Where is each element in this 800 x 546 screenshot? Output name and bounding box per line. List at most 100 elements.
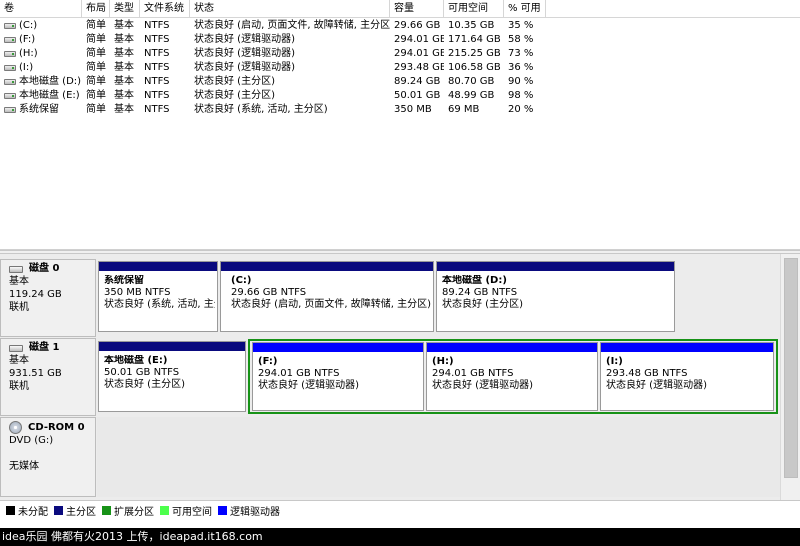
- volume-filesystem: NTFS: [144, 76, 170, 87]
- volume-name: (H:): [19, 48, 38, 59]
- partition-f[interactable]: (F:) 294.01 GB NTFS 状态良好 (逻辑驱动器): [252, 342, 424, 411]
- volume-status: 状态良好 (逻辑驱动器): [194, 62, 295, 73]
- volume-percent-free: 35 %: [508, 20, 534, 31]
- disk-0-label[interactable]: 磁盘 0 基本 119.24 GB 联机: [0, 259, 96, 337]
- volume-percent-free: 20 %: [508, 104, 534, 115]
- volume-name: 本地磁盘 (D:): [19, 76, 82, 87]
- volume-status: 状态良好 (系统, 活动, 主分区): [194, 104, 328, 115]
- disk-size: 119.24 GB: [9, 289, 62, 300]
- legend-swatch: [102, 506, 111, 515]
- drive-icon: [4, 37, 16, 43]
- drive-icon: [4, 65, 16, 71]
- partition-system-reserved[interactable]: 系统保留 350 MB NTFS 状态良好 (系统, 活动, 主分区): [98, 261, 218, 332]
- legend-swatch: [160, 506, 169, 515]
- legend-item-extended: 扩展分区: [102, 503, 154, 518]
- volume-name: 本地磁盘 (E:): [19, 90, 80, 101]
- partition-name: (I:): [606, 356, 623, 367]
- volume-name: (F:): [19, 34, 36, 45]
- drive-icon: [4, 79, 16, 85]
- volume-free-space: 48.99 GB: [448, 90, 495, 101]
- partition-e[interactable]: 本地磁盘 (E:) 50.01 GB NTFS 状态良好 (主分区): [98, 341, 246, 412]
- partition-h[interactable]: (H:) 294.01 GB NTFS 状态良好 (逻辑驱动器): [426, 342, 598, 411]
- volume-layout: 简单: [86, 90, 106, 101]
- column-header-free-space[interactable]: 可用空间: [444, 0, 504, 18]
- disk-size: 931.51 GB: [9, 368, 62, 379]
- disk-1-label[interactable]: 磁盘 1 基本 931.51 GB 联机: [0, 338, 96, 416]
- partition-size: 29.66 GB NTFS: [231, 287, 307, 298]
- cdrom-empty-area: [97, 417, 780, 497]
- partition-status: 状态良好 (逻辑驱动器): [432, 380, 533, 391]
- primary-partition-bar: [99, 342, 245, 351]
- disk-status: 联机: [9, 302, 29, 313]
- volume-filesystem: NTFS: [144, 90, 170, 101]
- partition-d[interactable]: 本地磁盘 (D:) 89.24 GB NTFS 状态良好 (主分区): [436, 261, 675, 332]
- volume-status: 状态良好 (主分区): [194, 90, 275, 101]
- cd-rom-icon: [9, 421, 22, 434]
- volume-layout: 简单: [86, 104, 106, 115]
- column-header-layout[interactable]: 布局: [82, 0, 110, 18]
- volume-row[interactable]: (F:) 简单 基本 NTFS 状态良好 (逻辑驱动器) 294.01 GB 171.64 …: [0, 33, 800, 47]
- partition-name: 本地磁盘 (E:): [104, 355, 168, 366]
- disk-type: 基本: [9, 355, 29, 366]
- volume-type: 基本: [114, 34, 134, 45]
- drive-icon: [4, 51, 16, 57]
- volume-filesystem: NTFS: [144, 20, 170, 31]
- column-header-capacity[interactable]: 容量: [390, 0, 444, 18]
- volume-type: 基本: [114, 20, 134, 31]
- volume-row[interactable]: (I:) 简单 基本 NTFS 状态良好 (逻辑驱动器) 293.48 GB 106.58 …: [0, 61, 800, 75]
- column-header-percent-free[interactable]: % 可用: [504, 0, 546, 18]
- volume-row[interactable]: 系统保留 简单 基本 NTFS 状态良好 (系统, 活动, 主分区) 350 MB 69 M…: [0, 103, 800, 117]
- volume-status: 状态良好 (启动, 页面文件, 故障转储, 主分区): [194, 20, 390, 31]
- partition-size: 293.48 GB NTFS: [606, 368, 688, 379]
- volume-row[interactable]: 本地磁盘 (D:) 简单 基本 NTFS 状态良好 (主分区) 89.24 GB 80.70…: [0, 75, 800, 89]
- legend-item-primary: 主分区: [54, 503, 96, 518]
- logical-drive-bar: [253, 343, 423, 352]
- volume-filesystem: NTFS: [144, 104, 170, 115]
- volume-capacity: 50.01 GB: [394, 90, 441, 101]
- scrollbar-thumb[interactable]: [784, 258, 798, 478]
- legend-swatch: [54, 506, 63, 515]
- volume-layout: 简单: [86, 48, 106, 59]
- partition-status: 状态良好 (逻辑驱动器): [258, 380, 359, 391]
- column-header-status[interactable]: 状态: [190, 0, 390, 18]
- volume-row[interactable]: (H:) 简单 基本 NTFS 状态良好 (逻辑驱动器) 294.01 GB 215.25 …: [0, 47, 800, 61]
- column-header-type[interactable]: 类型: [110, 0, 140, 18]
- disk-type: 基本: [9, 276, 29, 287]
- partition-name: 本地磁盘 (D:): [442, 275, 507, 286]
- logical-drive-bar: [427, 343, 597, 352]
- legend-item-unallocated: 未分配: [6, 503, 48, 518]
- volume-capacity: 294.01 GB: [394, 34, 444, 45]
- partition-c[interactable]: (C:) 29.66 GB NTFS 状态良好 (启动, 页面文件, 故障转储,…: [220, 261, 434, 332]
- volume-list: 卷 布局 类型 文件系统 状态 容量 可用空间 % 可用 (C:) 简单 基本 NTF…: [0, 0, 800, 250]
- volume-status: 状态良好 (主分区): [194, 76, 275, 87]
- volume-free-space: 69 MB: [448, 104, 480, 115]
- column-header-volume[interactable]: 卷: [0, 0, 82, 18]
- hard-disk-icon: [9, 344, 23, 352]
- volume-percent-free: 58 %: [508, 34, 534, 45]
- volume-type: 基本: [114, 62, 134, 73]
- legend-label: 可用空间: [172, 507, 212, 518]
- volume-row[interactable]: (C:) 简单 基本 NTFS 状态良好 (启动, 页面文件, 故障转储, 主分区) 29…: [0, 19, 800, 33]
- legend-item-free-space: 可用空间: [160, 503, 212, 518]
- drive-icon: [4, 107, 16, 113]
- volume-row[interactable]: 本地磁盘 (E:) 简单 基本 NTFS 状态良好 (主分区) 50.01 GB 48.99…: [0, 89, 800, 103]
- volume-free-space: 171.64 GB: [448, 34, 501, 45]
- partition-size: 89.24 GB NTFS: [442, 287, 518, 298]
- volume-filesystem: NTFS: [144, 48, 170, 59]
- disk-0-row: 磁盘 0 基本 119.24 GB 联机 系统保留 350 MB NTFS 状态…: [0, 259, 780, 337]
- partition-name: (C:): [231, 275, 252, 286]
- volume-percent-free: 73 %: [508, 48, 534, 59]
- partition-i[interactable]: (I:) 293.48 GB NTFS 状态良好 (逻辑驱动器): [600, 342, 774, 411]
- partition-name: 系统保留: [104, 275, 144, 286]
- disk-map-scrollbar[interactable]: [780, 254, 800, 500]
- column-header-filesystem[interactable]: 文件系统: [140, 0, 190, 18]
- extended-partition[interactable]: (F:) 294.01 GB NTFS 状态良好 (逻辑驱动器) (H:) 29…: [248, 339, 778, 414]
- legend-label: 未分配: [18, 507, 48, 518]
- volume-free-space: 215.25 GB: [448, 48, 501, 59]
- cdrom-0-label[interactable]: CD-ROM 0 DVD (G:) 无媒体: [0, 417, 96, 497]
- primary-partition-bar: [99, 262, 217, 271]
- volume-type: 基本: [114, 104, 134, 115]
- volume-capacity: 350 MB: [394, 104, 432, 115]
- partition-size: 350 MB NTFS: [104, 287, 171, 298]
- volume-filesystem: NTFS: [144, 62, 170, 73]
